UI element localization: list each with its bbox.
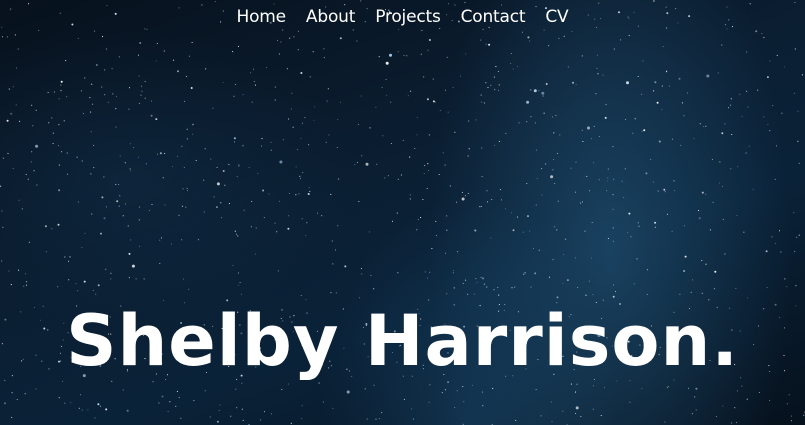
nav-link-home[interactable]: Home bbox=[237, 5, 287, 29]
hero-section: Home About Projects Contact CV Shelby Ha… bbox=[0, 0, 805, 425]
nav-link-cv[interactable]: CV bbox=[545, 5, 568, 29]
main-navigation: Home About Projects Contact CV bbox=[0, 5, 805, 29]
nav-link-contact[interactable]: Contact bbox=[461, 5, 526, 29]
nav-link-about[interactable]: About bbox=[306, 5, 355, 29]
nav-link-projects[interactable]: Projects bbox=[375, 5, 441, 29]
hero-title: Shelby Harrison. bbox=[66, 300, 739, 382]
